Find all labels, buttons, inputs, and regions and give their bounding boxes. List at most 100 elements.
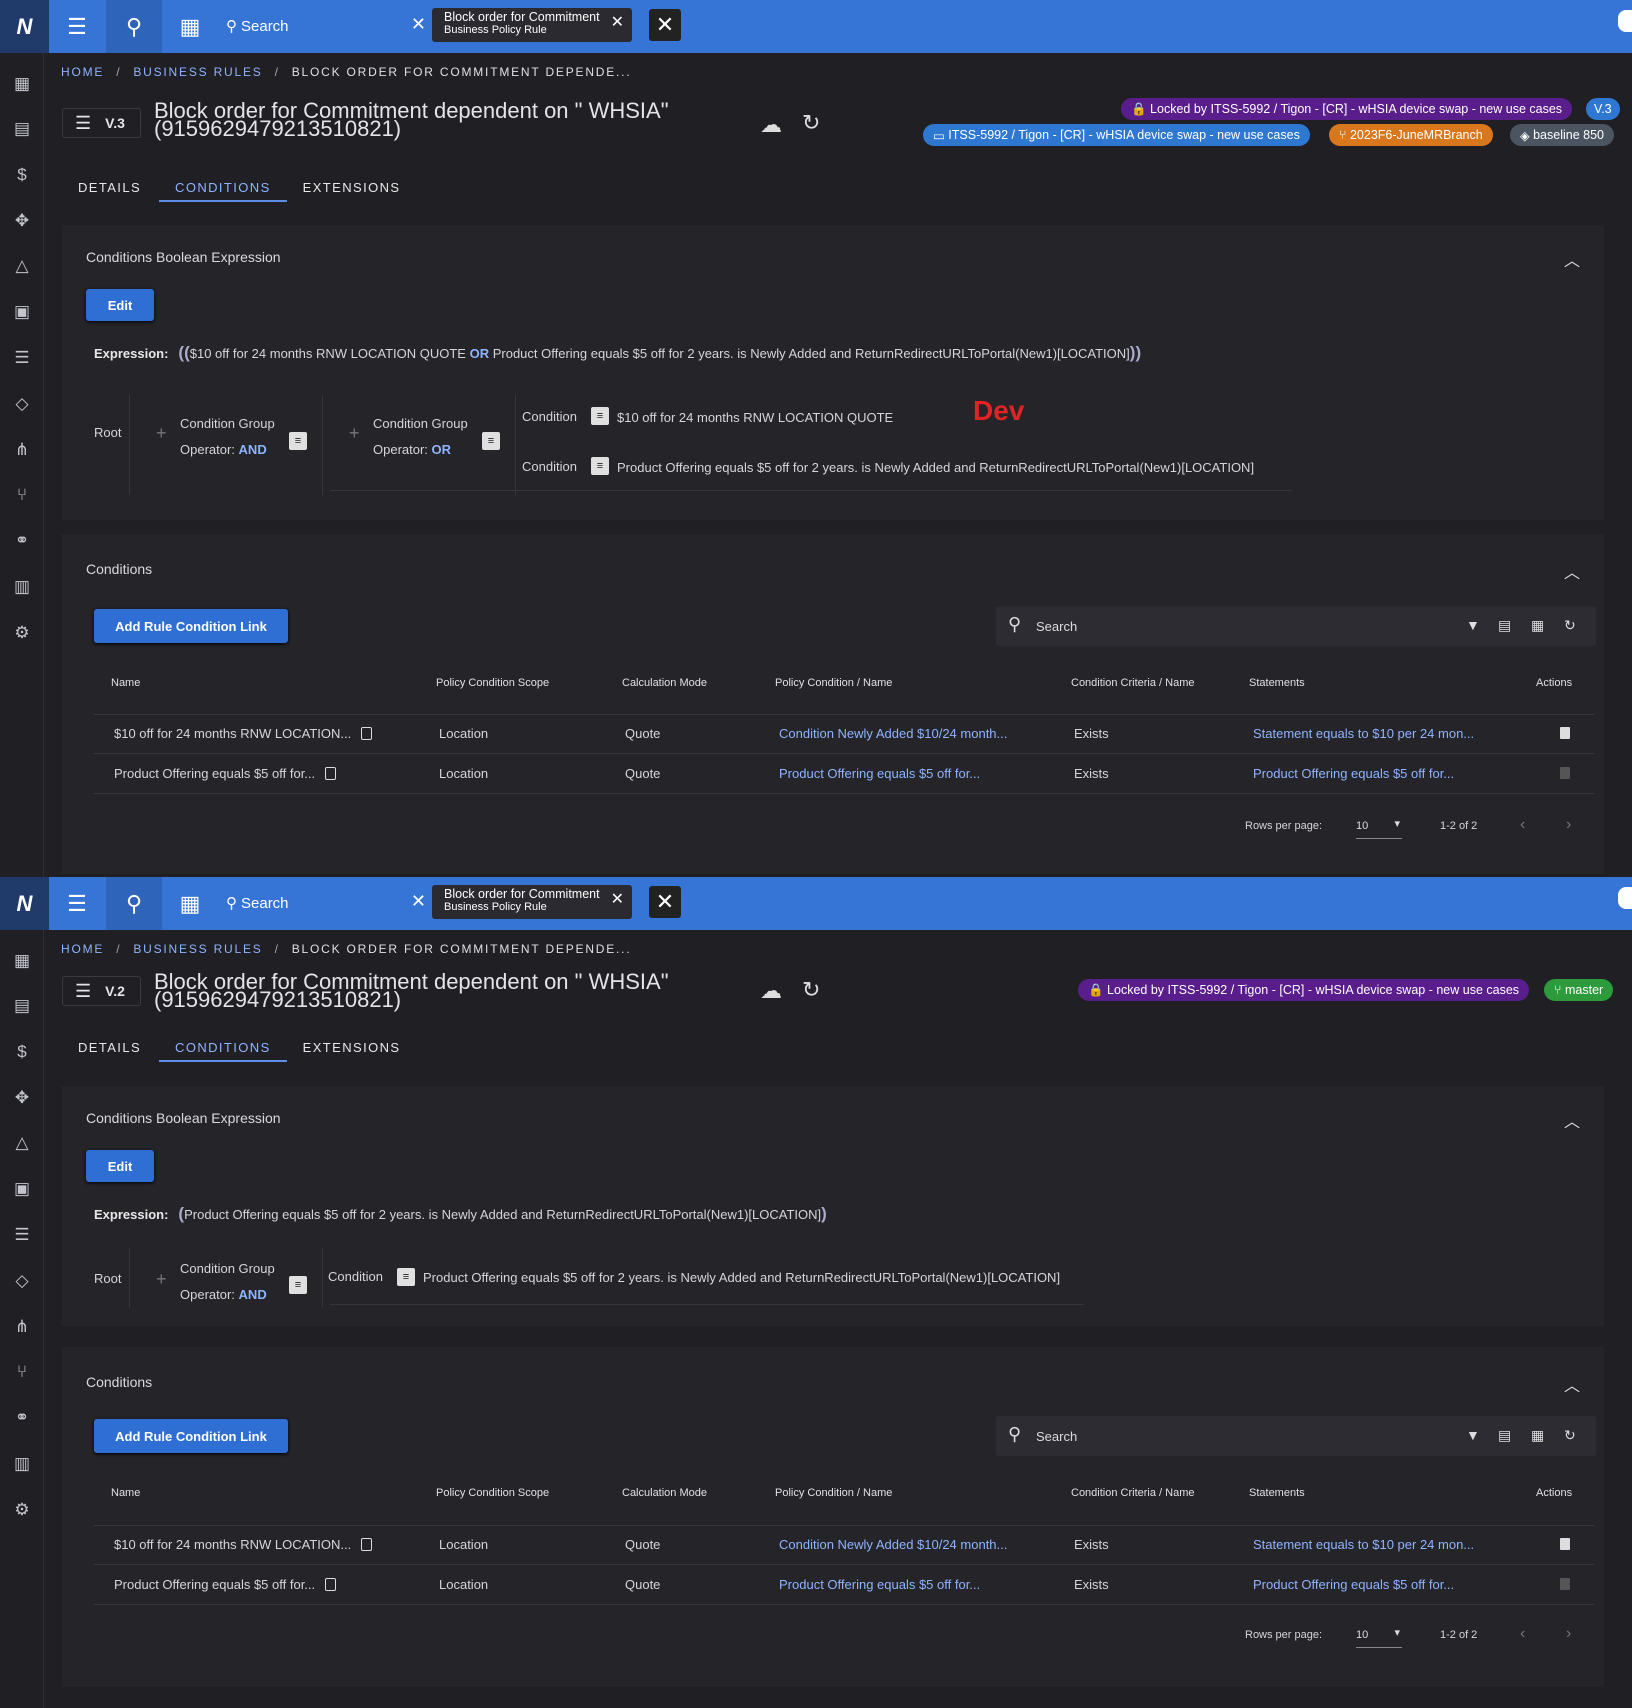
app-logo[interactable]: N xyxy=(0,0,49,53)
baseline-chip[interactable]: ◈ baseline 850 xyxy=(1510,124,1614,146)
checklist-icon[interactable]: ☰ xyxy=(11,1224,33,1246)
cell-statements-link[interactable]: Statement equals to $10 per 24 mon... xyxy=(1253,726,1474,741)
list-icon[interactable]: ≡ xyxy=(397,1268,415,1286)
col-name[interactable]: Name xyxy=(111,677,140,689)
refresh-icon[interactable]: ↻ xyxy=(802,110,820,136)
breadcrumb-home[interactable]: HOME xyxy=(61,942,104,956)
spreadsheet-icon[interactable]: ▥ xyxy=(11,576,33,598)
add-rule-condition-link-button[interactable]: Add Rule Condition Link xyxy=(94,609,288,643)
export-icon[interactable]: ▤ xyxy=(1498,1427,1511,1444)
add-icon[interactable]: + xyxy=(156,1269,167,1290)
copy-icon[interactable] xyxy=(325,1578,337,1591)
delete-icon[interactable] xyxy=(1560,727,1570,739)
gear-icon[interactable]: ⚙ xyxy=(11,1499,33,1521)
add-icon[interactable]: + xyxy=(349,423,360,444)
next-page-icon[interactable]: › xyxy=(1566,1625,1571,1643)
rows-per-page-select[interactable]: 10 ▾ xyxy=(1356,1627,1402,1648)
collapse-icon[interactable]: ︿ xyxy=(1564,559,1580,583)
merge-icon[interactable]: ⑂ xyxy=(11,484,33,506)
list-icon[interactable]: ≡ xyxy=(591,407,609,425)
table-row[interactable]: $10 off for 24 months RNW LOCATION... Lo… xyxy=(94,1525,1594,1565)
collapse-icon[interactable]: ︿ xyxy=(1564,247,1580,271)
refresh-icon[interactable]: ↻ xyxy=(802,977,820,1003)
cell-policy-link[interactable]: Condition Newly Added $10/24 month... xyxy=(779,726,1007,741)
app-logo[interactable]: N xyxy=(0,877,49,930)
tag-icon[interactable]: ◇ xyxy=(11,393,33,415)
gear-icon[interactable]: ⚙ xyxy=(11,622,33,644)
checklist-icon[interactable]: ☰ xyxy=(11,347,33,369)
shapes-icon[interactable]: △ xyxy=(11,255,33,277)
cell-statements-link[interactable]: Product Offering equals $5 off for... xyxy=(1253,1577,1454,1592)
cloud-icon[interactable]: ☁ xyxy=(760,112,782,138)
spreadsheet-icon[interactable]: ▥ xyxy=(11,1453,33,1475)
table-row[interactable]: Product Offering equals $5 off for... Lo… xyxy=(94,1565,1594,1605)
col-statements[interactable]: Statements xyxy=(1249,677,1305,689)
cell-policy-link[interactable]: Condition Newly Added $10/24 month... xyxy=(779,1537,1007,1552)
nodes-icon[interactable]: ⚭ xyxy=(11,1407,33,1429)
apps-grid-icon[interactable]: ▦ xyxy=(162,877,218,930)
apps-grid-icon[interactable]: ▦ xyxy=(162,0,218,53)
copy-icon[interactable] xyxy=(361,1538,373,1551)
report-icon[interactable]: ▣ xyxy=(11,1178,33,1200)
collapse-icon[interactable]: ︿ xyxy=(1564,1372,1580,1396)
sync-icon[interactable]: ↻ xyxy=(1564,1427,1576,1444)
add-icon[interactable]: + xyxy=(156,423,167,444)
breadcrumb-home[interactable]: HOME xyxy=(61,65,104,79)
dollar-icon[interactable]: $ xyxy=(11,164,33,186)
cell-policy-link[interactable]: Product Offering equals $5 off for... xyxy=(779,1577,980,1592)
tag-icon[interactable]: ◇ xyxy=(11,1270,33,1292)
move-icon[interactable]: ✥ xyxy=(11,210,33,232)
shapes-icon[interactable]: △ xyxy=(11,1132,33,1154)
clear-search-icon[interactable]: ✕ xyxy=(411,14,426,35)
bell-icon[interactable] xyxy=(1618,887,1632,909)
rows-per-page-select[interactable]: 10 ▾ xyxy=(1356,818,1402,839)
list-icon[interactable]: ≡ xyxy=(289,432,307,450)
edit-button[interactable]: Edit xyxy=(86,289,154,321)
tab-details[interactable]: DETAILS xyxy=(62,1032,157,1062)
list-icon[interactable]: ≡ xyxy=(591,457,609,475)
tab-conditions[interactable]: CONDITIONS xyxy=(159,1032,287,1062)
col-scope[interactable]: Policy Condition Scope xyxy=(436,677,549,689)
open-tab[interactable]: Block order for Commitment Business Polic… xyxy=(432,885,632,919)
prev-page-icon[interactable]: ‹ xyxy=(1520,1625,1525,1643)
clipboard-icon[interactable]: ▤ xyxy=(11,995,33,1017)
cell-policy-link[interactable]: Product Offering equals $5 off for... xyxy=(779,766,980,781)
list-icon[interactable]: ≡ xyxy=(482,432,500,450)
cell-statements-link[interactable]: Statement equals to $10 per 24 mon... xyxy=(1253,1537,1474,1552)
col-mode[interactable]: Calculation Mode xyxy=(622,677,707,689)
col-mode[interactable]: Calculation Mode xyxy=(622,1487,707,1499)
merge-icon[interactable]: ⑂ xyxy=(11,1361,33,1383)
col-scope[interactable]: Policy Condition Scope xyxy=(436,1487,549,1499)
global-search[interactable]: ⚲ Search ✕ xyxy=(226,8,426,44)
tab-details[interactable]: DETAILS xyxy=(62,172,157,202)
add-rule-condition-link-button[interactable]: Add Rule Condition Link xyxy=(94,1419,288,1453)
list-icon[interactable]: ≡ xyxy=(289,1276,307,1294)
tab-extensions[interactable]: EXTENSIONS xyxy=(287,172,417,202)
report-icon[interactable]: ▣ xyxy=(11,301,33,323)
table-search[interactable]: ⚲ Search ▼ ▤ ▦ ↻ xyxy=(996,1416,1596,1456)
version-selector[interactable]: ☰ V.3 xyxy=(62,108,141,138)
cloud-icon[interactable]: ☁ xyxy=(760,978,782,1004)
table-search[interactable]: ⚲ Search ▼ ▤ ▦ ↻ xyxy=(996,606,1596,646)
col-statements[interactable]: Statements xyxy=(1249,1487,1305,1499)
breadcrumb-business-rules[interactable]: BUSINESS RULES xyxy=(133,65,262,79)
dashboard-icon[interactable]: ▦ xyxy=(11,73,33,95)
filter-icon[interactable]: ▼ xyxy=(1466,617,1480,633)
copy-icon[interactable] xyxy=(361,727,373,740)
prev-page-icon[interactable]: ‹ xyxy=(1520,816,1525,834)
delete-icon[interactable] xyxy=(1560,1578,1570,1590)
close-all-icon[interactable]: ✕ xyxy=(649,886,681,918)
version-selector[interactable]: ☰ V.2 xyxy=(62,976,141,1006)
search-icon[interactable]: ⚲ xyxy=(106,877,162,930)
collapse-icon[interactable]: ︿ xyxy=(1564,1108,1580,1132)
menu-icon[interactable]: ☰ xyxy=(49,877,105,930)
col-criteria[interactable]: Condition Criteria / Name xyxy=(1071,677,1195,689)
close-tab-icon[interactable]: ✕ xyxy=(611,15,624,31)
delete-icon[interactable] xyxy=(1560,1538,1570,1550)
col-policy[interactable]: Policy Condition / Name xyxy=(775,677,892,689)
menu-icon[interactable]: ☰ xyxy=(49,0,105,53)
tab-conditions[interactable]: CONDITIONS xyxy=(159,172,287,202)
copy-icon[interactable] xyxy=(325,767,337,780)
branch-chip[interactable]: ⑂ 2023F6-JuneMRBranch xyxy=(1329,124,1493,146)
bell-icon[interactable] xyxy=(1618,10,1632,32)
